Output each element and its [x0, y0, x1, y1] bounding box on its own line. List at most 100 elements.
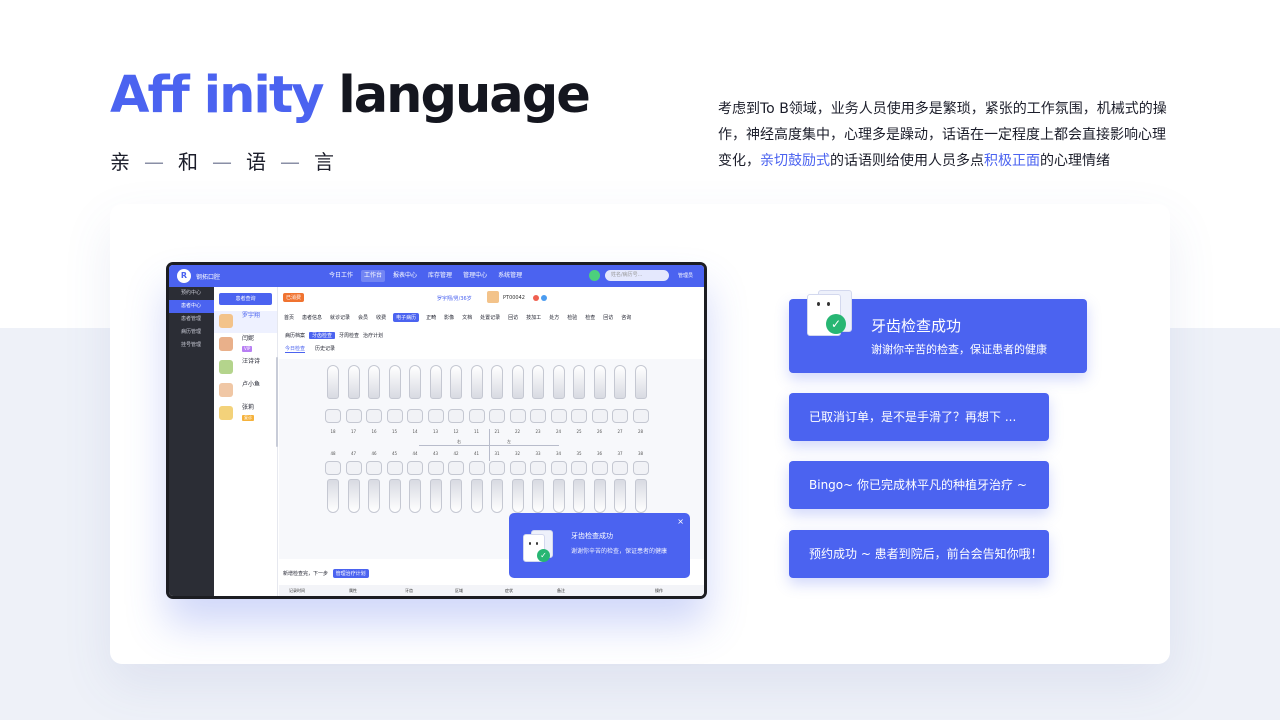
- patient-item[interactable]: 闫妮 VIP: [214, 334, 277, 356]
- upper-tooth-crown[interactable]: [468, 409, 485, 423]
- subtab[interactable]: 治疗计划: [363, 332, 383, 339]
- lower-tooth-crown[interactable]: [632, 461, 649, 475]
- nav-item[interactable]: 系统管理: [495, 270, 525, 282]
- lower-tooth[interactable]: [368, 479, 380, 513]
- upper-tooth[interactable]: [450, 365, 462, 399]
- lower-tooth[interactable]: [429, 479, 442, 513]
- subtab-active[interactable]: 牙齿检查: [309, 332, 336, 339]
- manage-plan-button[interactable]: 管理治疗计划: [332, 569, 369, 578]
- lower-tooth-crown[interactable]: [345, 461, 362, 475]
- upper-tooth-crown[interactable]: [530, 409, 546, 423]
- tab[interactable]: 会员: [357, 313, 369, 322]
- upper-tooth[interactable]: [347, 365, 360, 399]
- lower-tooth[interactable]: [491, 479, 503, 513]
- tab[interactable]: 首页: [283, 313, 295, 322]
- upper-tooth-crown[interactable]: [325, 409, 341, 423]
- upper-tooth-crown[interactable]: [386, 409, 403, 423]
- patient-list-scrollbar[interactable]: [276, 357, 278, 447]
- lower-tooth-crown[interactable]: [571, 461, 587, 475]
- upper-tooth[interactable]: [327, 365, 339, 399]
- lower-tooth[interactable]: [532, 479, 544, 513]
- lower-tooth[interactable]: [593, 479, 606, 513]
- lower-tooth-crown[interactable]: [386, 461, 403, 475]
- lower-tooth-crown[interactable]: [468, 461, 485, 475]
- upper-tooth-crown[interactable]: [366, 409, 382, 423]
- lower-tooth-crown[interactable]: [489, 461, 505, 475]
- tab[interactable]: 处置记录: [479, 313, 501, 322]
- lower-tooth[interactable]: [347, 479, 360, 513]
- tab[interactable]: 正畸: [425, 313, 437, 322]
- lower-tooth[interactable]: [614, 479, 626, 513]
- lower-tooth-crown[interactable]: [407, 461, 423, 475]
- lower-tooth[interactable]: [388, 479, 401, 513]
- upper-tooth[interactable]: [388, 365, 401, 399]
- lower-tooth[interactable]: [409, 479, 421, 513]
- upper-tooth[interactable]: [634, 365, 647, 399]
- upper-tooth-crown[interactable]: [612, 409, 628, 423]
- lower-tooth-crown[interactable]: [591, 461, 608, 475]
- lower-tooth[interactable]: [450, 479, 462, 513]
- tab[interactable]: 回访: [602, 313, 614, 322]
- tab[interactable]: 技加工: [525, 313, 542, 322]
- upper-tooth[interactable]: [614, 365, 626, 399]
- upper-tooth[interactable]: [368, 365, 380, 399]
- upper-tooth-crown[interactable]: [550, 409, 567, 423]
- upper-tooth[interactable]: [593, 365, 606, 399]
- tab[interactable]: 收费: [375, 313, 387, 322]
- upper-tooth-crown[interactable]: [345, 409, 362, 423]
- upper-tooth[interactable]: [573, 365, 585, 399]
- upper-tooth[interactable]: [409, 365, 421, 399]
- upper-tooth-crown[interactable]: [591, 409, 608, 423]
- tab[interactable]: 处方: [548, 313, 560, 322]
- patient-search-button[interactable]: 患者查询: [219, 293, 272, 305]
- patient-item[interactable]: 卢小鱼: [214, 380, 277, 402]
- lower-tooth-crown[interactable]: [427, 461, 444, 475]
- nav-item[interactable]: 今日工作: [326, 270, 356, 282]
- lower-tooth[interactable]: [470, 479, 483, 513]
- upper-tooth-crown[interactable]: [632, 409, 649, 423]
- tab[interactable]: 咨询: [620, 313, 632, 322]
- upper-tooth[interactable]: [470, 365, 483, 399]
- upper-tooth-crown[interactable]: [448, 409, 464, 423]
- alert-dot-icon[interactable]: [533, 295, 539, 301]
- subtab[interactable]: 牙周检查: [339, 332, 359, 339]
- lower-tooth[interactable]: [552, 479, 565, 513]
- patient-item[interactable]: 汪诗诗: [214, 357, 277, 379]
- subtab[interactable]: 病历档案: [285, 332, 305, 339]
- tab[interactable]: 检查: [584, 313, 596, 322]
- search-input[interactable]: 姓名/病历号...: [605, 270, 669, 281]
- tab-active[interactable]: 电子病历: [393, 313, 420, 322]
- lower-tooth-crown[interactable]: [550, 461, 567, 475]
- tab[interactable]: 回访: [507, 313, 519, 322]
- upper-tooth[interactable]: [532, 365, 544, 399]
- upper-tooth-crown[interactable]: [407, 409, 423, 423]
- lower-tooth-crown[interactable]: [612, 461, 628, 475]
- nav-item[interactable]: 库存管理: [425, 270, 455, 282]
- nav-item[interactable]: 管理中心: [460, 270, 490, 282]
- nav-item-active[interactable]: 工作台: [361, 270, 386, 282]
- sidebar-item[interactable]: 挂号管理: [169, 339, 214, 352]
- sidebar-item[interactable]: 病历管理: [169, 326, 214, 339]
- upper-tooth[interactable]: [429, 365, 442, 399]
- tab[interactable]: 检验: [566, 313, 578, 322]
- upper-tooth-crown[interactable]: [509, 409, 526, 423]
- lower-tooth[interactable]: [634, 479, 647, 513]
- lower-tooth-crown[interactable]: [448, 461, 464, 475]
- nav-item[interactable]: 报表中心: [390, 270, 420, 282]
- lower-tooth[interactable]: [327, 479, 339, 513]
- tab[interactable]: 文档: [461, 313, 473, 322]
- viewtab-active[interactable]: 今日检查: [285, 345, 306, 353]
- tab[interactable]: 就诊记录: [329, 313, 351, 322]
- patient-item[interactable]: 罗宇翔: [214, 311, 277, 333]
- lower-tooth-crown[interactable]: [366, 461, 382, 475]
- info-dot-icon[interactable]: [541, 295, 547, 301]
- lower-tooth-crown[interactable]: [530, 461, 546, 475]
- user-name[interactable]: 管理员: [678, 272, 693, 279]
- user-avatar-icon[interactable]: [589, 270, 600, 281]
- sidebar-item[interactable]: 预约中心: [169, 287, 214, 300]
- sidebar-item-active[interactable]: 患者中心: [169, 300, 214, 313]
- upper-tooth[interactable]: [511, 365, 524, 399]
- viewtab[interactable]: 历史记录: [315, 345, 335, 353]
- upper-tooth-crown[interactable]: [427, 409, 444, 423]
- tab[interactable]: 患者信息: [301, 313, 323, 322]
